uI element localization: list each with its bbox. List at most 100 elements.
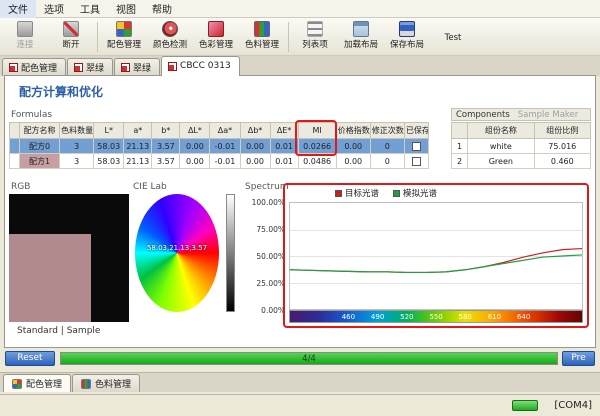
progress-text: 4/4 <box>61 354 557 364</box>
formula-row-2[interactable]: 配方1 3 58.03 21.13 3.57 0.00 -0.01 0.00 0… <box>10 154 429 169</box>
target-legend-swatch <box>335 190 342 197</box>
menu-tools[interactable]: 工具 <box>72 0 108 18</box>
module-tab-bar: 配色管理 色料管理 <box>0 372 600 392</box>
color-manage-icon <box>208 21 224 37</box>
list-items-label: 列表项 <box>302 38 328 50</box>
save-layout-button[interactable]: 保存布局 <box>384 20 430 54</box>
col-colorant-count: 色料数量 <box>60 123 94 139</box>
document-tab-strip: 配色管理 翠绿 翠绿 CBCC 0313 <box>0 56 600 76</box>
col-b: b* <box>152 123 180 139</box>
load-layout-button[interactable]: 加载布局 <box>338 20 384 54</box>
pre-button[interactable]: Pre <box>562 351 595 366</box>
saved-checkbox[interactable] <box>412 157 421 166</box>
document-icon <box>9 63 18 72</box>
rgb-caption: Standard | Sample <box>17 326 100 336</box>
wavelength-tick: 610 <box>488 313 501 321</box>
color-manage-button[interactable]: 色彩管理 <box>193 20 239 54</box>
spectrum-legend: 目标光谱 模拟光谱 <box>335 187 437 199</box>
saved-checkbox[interactable] <box>412 142 421 151</box>
menu-view[interactable]: 视图 <box>108 0 144 18</box>
palette-icon <box>12 379 22 389</box>
color-detect-button[interactable]: 颜色检测 <box>147 20 193 54</box>
colorant-manage-button[interactable]: 色料管理 <box>239 20 285 54</box>
formula-row-1[interactable]: 配方0 3 58.03 21.13 3.57 0.00 -0.01 0.00 0… <box>10 139 429 154</box>
tab-label: CBCC 0313 <box>180 61 231 71</box>
menu-help[interactable]: 帮助 <box>144 0 180 18</box>
menu-file[interactable]: 文件 <box>0 0 36 18</box>
y-tick-75: 75.00% <box>243 225 285 234</box>
component-row-1[interactable]: 1 white 75.016 <box>452 139 591 154</box>
palette-icon <box>116 21 132 37</box>
save-layout-label: 保存布局 <box>390 38 424 50</box>
col-component-ratio: 组份比例 <box>534 123 590 139</box>
wavelength-tick: 550 <box>429 313 442 321</box>
wavelength-tick: 580 <box>459 313 472 321</box>
legend-target: 目标光谱 <box>335 187 379 199</box>
components-title[interactable]: Components <box>456 110 510 120</box>
bottom-tab-label: 配色管理 <box>26 377 62 390</box>
row-selector-header <box>10 123 20 139</box>
standard-color-swatch <box>9 194 129 322</box>
components-table: 组份名称 组份比例 1 white 75.016 2 Green 0.460 <box>451 122 591 169</box>
colorant-manage-label: 色料管理 <box>245 38 279 50</box>
rgb-section-label: RGB <box>11 182 30 192</box>
simulated-legend-label: 模拟光谱 <box>403 187 437 199</box>
col-MI: MI <box>298 123 336 139</box>
app-window: 文件 选项 工具 视图 帮助 连接 断开 配色管理 颜色检测 色彩管理 <box>0 0 600 416</box>
list-items-button[interactable]: 列表项 <box>292 20 338 54</box>
test-label: Test <box>445 33 462 43</box>
toolbar-separator <box>97 22 98 52</box>
color-match-label: 配色管理 <box>107 38 141 50</box>
bottom-tab-label: 色料管理 <box>95 377 131 390</box>
bottom-tab-color-match[interactable]: 配色管理 <box>3 374 71 392</box>
list-icon <box>307 21 323 37</box>
col-L: L* <box>94 123 124 139</box>
connect-icon <box>17 21 33 37</box>
document-icon <box>74 63 83 72</box>
component-index-header <box>452 123 468 139</box>
tab-emerald-2[interactable]: 翠绿 <box>114 58 160 76</box>
color-match-button[interactable]: 配色管理 <box>101 20 147 54</box>
tab-color-match[interactable]: 配色管理 <box>2 58 66 76</box>
bottom-tab-colorant-manage[interactable]: 色料管理 <box>72 374 140 392</box>
reset-button[interactable]: Reset <box>5 351 55 366</box>
wavelength-tick: 520 <box>400 313 413 321</box>
document-icon <box>121 63 130 72</box>
row-selector <box>10 139 20 154</box>
formulas-section-label: Formulas <box>11 110 52 120</box>
col-dE: ΔE* <box>270 123 298 139</box>
simulated-legend-swatch <box>393 190 400 197</box>
tab-cbcc-0313[interactable]: CBCC 0313 <box>161 56 240 76</box>
y-tick-100: 100.00% <box>243 198 285 207</box>
row-selector <box>10 154 20 169</box>
toolbar-separator <box>288 22 289 52</box>
cie-chromaticity-wheel <box>135 194 219 312</box>
sample-color-swatch <box>9 234 91 322</box>
page-title: 配方计算和优化 <box>19 83 103 100</box>
com-port-label: [COM4] <box>554 400 592 411</box>
spectrum-plot-area <box>289 202 583 310</box>
component-row-2[interactable]: 2 Green 0.460 <box>452 154 591 169</box>
toolbar: 连接 断开 配色管理 颜色检测 色彩管理 色料管理 列表项 <box>0 18 600 56</box>
menu-options[interactable]: 选项 <box>36 0 72 18</box>
connection-status-indicator <box>512 400 538 411</box>
components-header: Components Sample Maker <box>451 108 591 121</box>
spectrum-section-label: Spectrum <box>245 182 289 192</box>
color-manage-label: 色彩管理 <box>199 38 233 50</box>
tab-emerald-1[interactable]: 翠绿 <box>67 58 113 76</box>
col-component-name: 组份名称 <box>468 123 534 139</box>
wavelength-tick: 640 <box>517 313 530 321</box>
wavelength-tick: 490 <box>371 313 384 321</box>
test-button[interactable]: Test <box>430 20 476 54</box>
main-panel: 配方计算和优化 Formulas 配方名称 色料数量 L* a* b* ΔL* … <box>4 75 596 348</box>
col-correction-count: 修正次数 <box>370 123 404 139</box>
sample-maker-tab[interactable]: Sample Maker <box>518 110 578 120</box>
disconnect-button[interactable]: 断开 <box>48 20 94 54</box>
wavelength-tick: 460 <box>342 313 355 321</box>
menu-bar: 文件 选项 工具 视图 帮助 <box>0 0 600 18</box>
disconnect-icon <box>63 21 79 37</box>
cell-mi-value: 0.0486 <box>298 154 336 169</box>
legend-simulated: 模拟光谱 <box>393 187 437 199</box>
col-da: Δa* <box>210 123 240 139</box>
connect-button[interactable]: 连接 <box>2 20 48 54</box>
